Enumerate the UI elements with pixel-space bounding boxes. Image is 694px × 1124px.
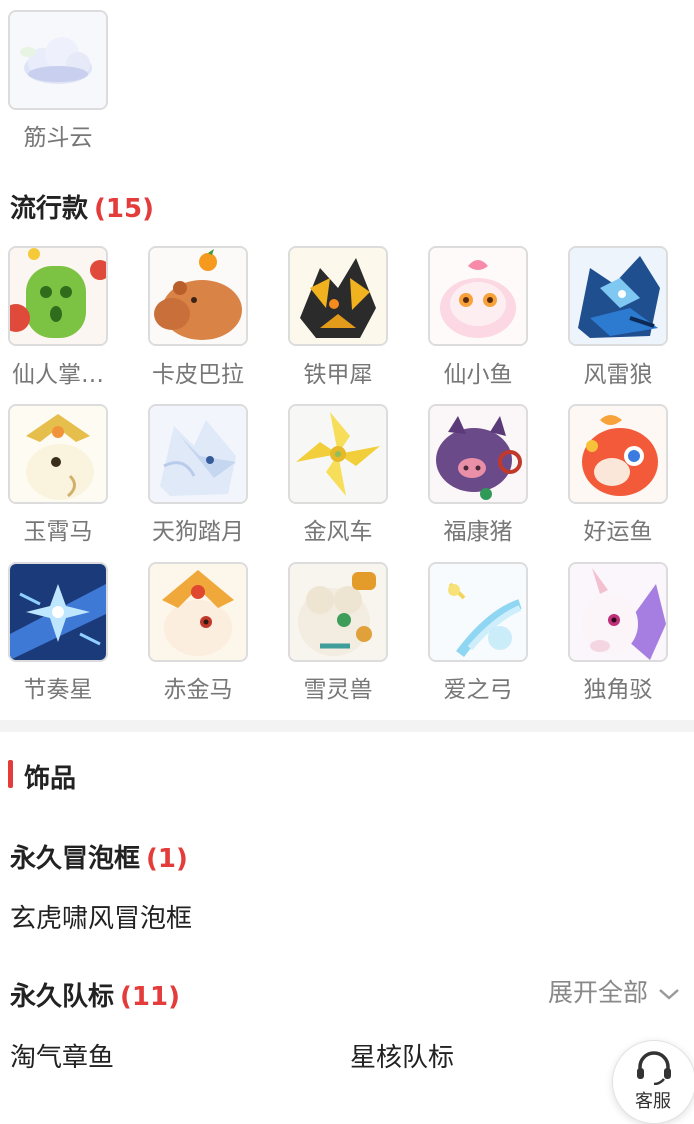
sky-dog-mount-icon <box>150 406 246 502</box>
mount-item-thumb[interactable] <box>8 246 108 346</box>
mount-item-label: 雪灵兽 <box>303 677 373 703</box>
mount-item-thumb[interactable] <box>8 404 108 504</box>
mount-item-thumb[interactable] <box>288 246 388 346</box>
thunder-wolf-mount-icon <box>570 248 666 344</box>
mount-item-label: 玉霄马 <box>23 519 93 545</box>
mount-item-label: 福康猪 <box>443 519 513 545</box>
accessories-title: 饰品 <box>24 764 77 794</box>
mount-item-label: 金风车 <box>303 519 373 545</box>
mount-item-label: 天狗踏月 <box>152 519 244 545</box>
popular-title-text: 流行款 <box>10 194 89 224</box>
mount-item-label: 爱之弓 <box>443 677 513 703</box>
mount-item-label: 赤金马 <box>163 677 233 703</box>
mount-item-label: 风雷狼 <box>583 362 653 388</box>
mount-item-thumb[interactable] <box>428 562 528 662</box>
mount-item-thumb[interactable] <box>568 404 668 504</box>
lucky-fish-mount-icon <box>570 406 666 502</box>
team-badge-count: (11) <box>120 982 180 1012</box>
cloud-item-thumb[interactable] <box>8 10 108 110</box>
mount-item-thumb[interactable] <box>288 562 388 662</box>
chevron-down-icon <box>659 989 679 1000</box>
cloud-item-label: 筋斗云 <box>23 125 93 151</box>
mount-item-thumb[interactable] <box>8 562 108 662</box>
team-badge-title-text: 永久队标 <box>10 982 115 1012</box>
snow-beast-mount-icon <box>290 564 386 660</box>
mount-item-label: 铁甲犀 <box>303 362 373 388</box>
red-gold-horse-mount-icon <box>150 564 246 660</box>
mount-item-label: 仙人掌… <box>12 362 104 388</box>
mount-item-thumb[interactable] <box>428 246 528 346</box>
accessories-header-bar <box>8 760 13 788</box>
jade-horse-mount-icon <box>10 406 106 502</box>
mount-item-thumb[interactable] <box>568 246 668 346</box>
customer-service-button[interactable]: 客服 <box>612 1040 694 1124</box>
bubble-frame-count: (1) <box>146 844 188 874</box>
team-badge-item: 淘气章鱼 <box>10 1043 115 1073</box>
customer-service-label: 客服 <box>635 1091 671 1112</box>
cactus-mount-icon <box>10 248 106 344</box>
expand-all-label: 展开全部 <box>548 978 649 1007</box>
cloud-icon <box>10 12 106 108</box>
mount-item-label: 节奏星 <box>23 677 93 703</box>
bubble-frame-title: 永久冒泡框 (1) <box>10 838 188 875</box>
bubble-frame-title-text: 永久冒泡框 <box>10 844 141 874</box>
mount-item-label: 仙小鱼 <box>443 362 513 388</box>
mount-item-label: 独角驳 <box>583 677 653 703</box>
unicorn-mount-icon <box>570 564 666 660</box>
mount-item-thumb[interactable] <box>148 246 248 346</box>
popular-count: (15) <box>94 194 154 224</box>
headset-icon <box>637 1051 671 1085</box>
mount-item-thumb[interactable] <box>428 404 528 504</box>
armored-rhino-mount-icon <box>290 248 386 344</box>
expand-all-button[interactable]: 展开全部 <box>548 973 680 1009</box>
team-badge-item: 星核队标 <box>350 1043 455 1073</box>
mount-item-thumb[interactable] <box>148 562 248 662</box>
team-badge-title: 永久队标 (11) <box>10 976 180 1013</box>
mount-item-thumb[interactable] <box>568 562 668 662</box>
mount-item-thumb[interactable] <box>148 404 248 504</box>
lucky-pig-mount-icon <box>430 406 526 502</box>
popular-section-title: 流行款 (15) <box>10 188 154 225</box>
golden-pinwheel-mount-icon <box>290 406 386 502</box>
mount-item-label: 好运鱼 <box>583 519 653 545</box>
fairy-fish-mount-icon <box>430 248 526 344</box>
mount-item-thumb[interactable] <box>288 404 388 504</box>
love-bow-mount-icon <box>430 564 526 660</box>
rhythm-star-mount-icon <box>10 564 106 660</box>
bubble-frame-item: 玄虎啸风冒泡框 <box>10 904 193 934</box>
section-divider <box>0 720 694 732</box>
capybara-mount-icon <box>150 248 246 344</box>
mount-item-label: 卡皮巴拉 <box>152 362 244 388</box>
